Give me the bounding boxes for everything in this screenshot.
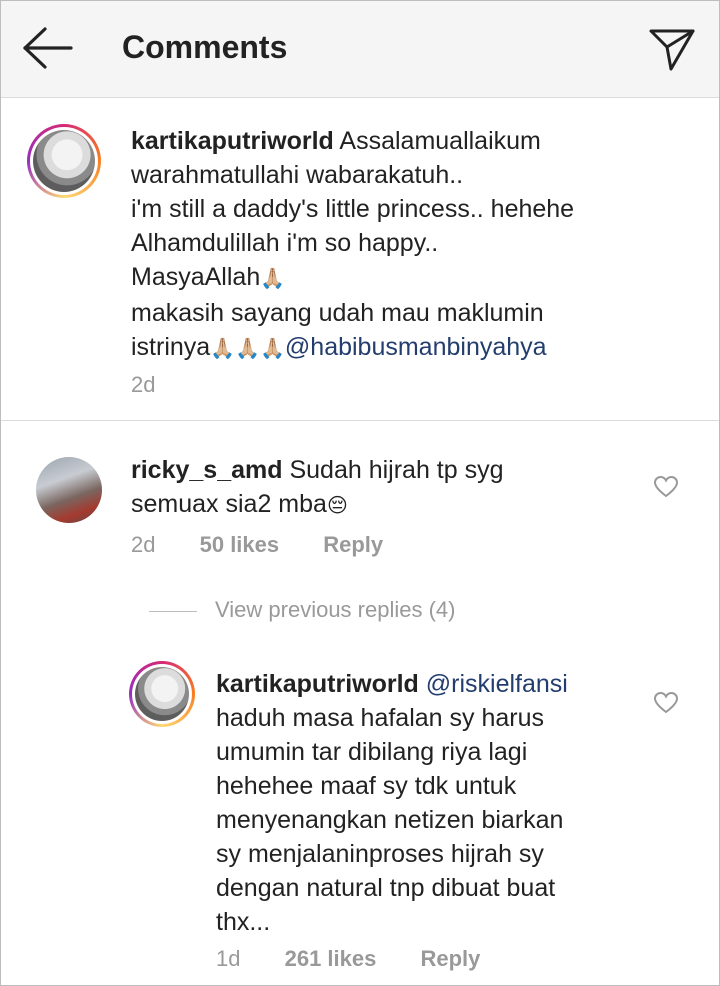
pensive-face-emoji: 😔	[326, 495, 348, 517]
divider	[149, 611, 197, 612]
likes-count[interactable]: 261 likes	[285, 946, 377, 971]
praying-hands-emoji: 🙏🏼	[260, 338, 285, 360]
caption-line: Assalamuallaikum	[339, 127, 541, 155]
reply-line: haduh masa hafalan sy harus	[216, 704, 544, 732]
reply-button[interactable]: Reply	[420, 946, 480, 971]
avatar[interactable]	[129, 661, 195, 727]
profile-photo	[135, 667, 189, 721]
paper-plane-icon	[649, 29, 695, 71]
back-button[interactable]	[19, 23, 75, 73]
timestamp: 2d	[131, 372, 156, 397]
caption-line: MasyaAllah	[131, 263, 261, 291]
reply-line: sy menjalaninproses hijrah sy	[216, 840, 544, 868]
arrow-left-icon	[23, 27, 73, 69]
reply-line: umumin tar dibilang riya lagi	[216, 738, 528, 766]
praying-hands-emoji: 🙏🏼	[260, 268, 286, 290]
caption-line: makasih sayang udah mau maklumin	[131, 299, 544, 327]
caption-line: istrinya	[131, 333, 211, 361]
caption-meta: 2d	[131, 372, 193, 398]
reply-text: kartikaputriworld @riskielfansi haduh ma…	[216, 667, 696, 939]
caption-line: i'm still a daddy's little princess.. he…	[131, 195, 575, 223]
comment-line: semuax sia2 mba	[131, 490, 327, 518]
avatar[interactable]	[27, 124, 101, 198]
top-bar: Comments	[1, 1, 719, 98]
reply-button[interactable]: Reply	[323, 532, 383, 557]
timestamp: 2d	[131, 532, 156, 557]
page-title: Comments	[122, 29, 288, 65]
comment-meta: 2d 50 likes Reply	[131, 532, 421, 558]
reply-line: thx...	[216, 908, 271, 936]
comment-username[interactable]: ricky_s_amd	[131, 456, 283, 484]
heart-icon	[653, 691, 679, 714]
direct-message-button[interactable]	[647, 23, 697, 73]
reply-line: hehehee maaf sy tdk untuk	[216, 772, 517, 800]
caption-line: Alhamdulillah i'm so happy..	[131, 229, 439, 257]
mention-link[interactable]: @habibusmanbinyahya	[285, 333, 547, 361]
praying-hands-emoji: 🙏🏼	[235, 338, 260, 360]
profile-photo	[33, 130, 95, 192]
praying-hands-emoji: 🙏🏼	[210, 338, 236, 360]
caption-username[interactable]: kartikaputriworld	[131, 127, 334, 155]
caption-line: warahmatullahi wabarakatuh..	[131, 161, 464, 189]
view-previous-replies-label[interactable]: View previous replies (4)	[215, 597, 455, 623]
heart-icon	[653, 475, 679, 498]
reply-username[interactable]: kartikaputriworld	[216, 670, 419, 698]
comment-text: ricky_s_amd Sudah hijrah tp syg semuax s…	[131, 453, 631, 523]
like-button[interactable]	[653, 691, 679, 715]
like-button[interactable]	[653, 475, 679, 499]
caption-text: kartikaputriworld Assalamuallaikum warah…	[131, 124, 701, 366]
reply-line: menyenangkan netizen biarkan	[216, 806, 564, 834]
avatar[interactable]	[36, 457, 102, 523]
reply-line: dengan natural tnp dibuat buat	[216, 874, 556, 902]
timestamp: 1d	[216, 946, 241, 971]
reply-meta: 1d 261 likes Reply	[216, 946, 518, 972]
caption-block: kartikaputriworld Assalamuallaikum warah…	[1, 98, 719, 421]
likes-count[interactable]: 50 likes	[200, 532, 280, 557]
mention-link[interactable]: @riskielfansi	[426, 670, 568, 698]
comment-line: Sudah hijrah tp syg	[289, 456, 504, 484]
view-previous-replies[interactable]: View previous replies (4)	[149, 597, 549, 627]
